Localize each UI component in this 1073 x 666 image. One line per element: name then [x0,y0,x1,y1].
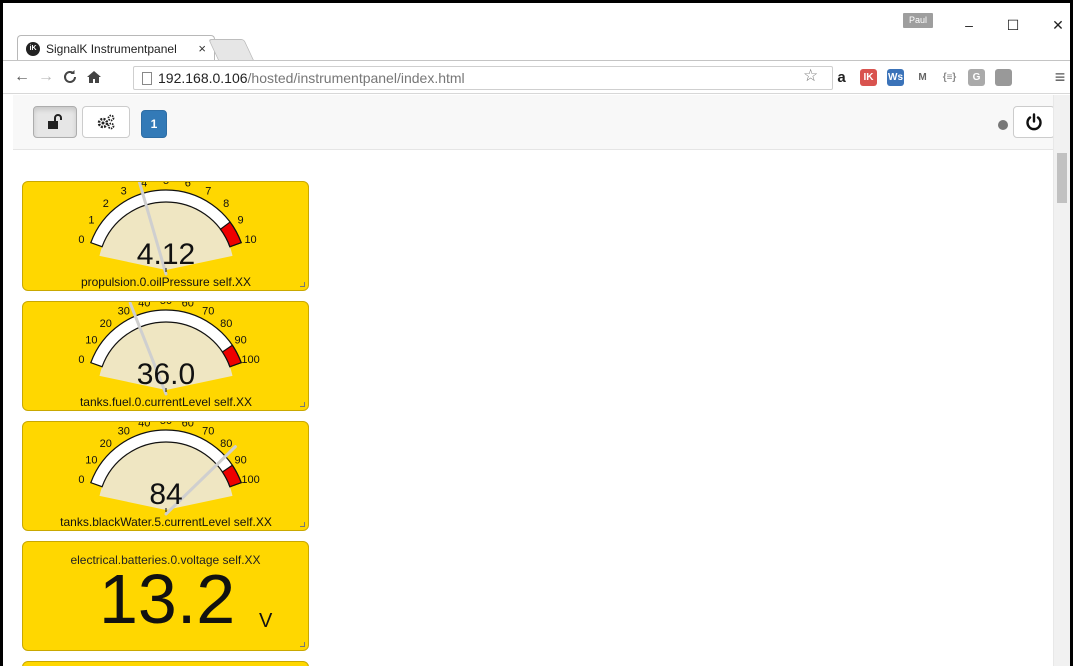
maximize-button[interactable]: ☐ [1005,17,1021,33]
gauge-widget[interactable]: 01020 30 40 50 60 70 8090 100 36.0 tanks.fuel.0.c… [22,301,309,411]
resize-handle[interactable] [300,522,305,527]
back-icon[interactable]: ← [11,66,33,88]
g-icon[interactable]: G [968,69,985,86]
menu-icon[interactable]: ≡ [1049,66,1070,88]
gauge-tick-label: 10 [85,455,97,467]
gauge-tick-label: 30 [118,306,130,318]
gauge-tick-label: 0 [78,354,84,366]
app-navbar: 1 [13,95,1065,150]
unlock-icon [48,114,62,129]
gauge-tick-label: 90 [234,335,246,347]
gauge-tick-label: 60 [182,302,194,310]
gauge-tick-label: 70 [202,306,214,318]
gauge-tick-label: 60 [182,422,194,430]
gauge-tick-label: 100 [241,474,259,486]
gauge-tick-label: 40 [138,302,150,310]
gauge-label: propulsion.0.oilPressure self.XX [81,275,251,289]
minimize-button[interactable]: – [961,17,977,33]
gauge-tick-label: 8 [223,198,229,210]
home-icon[interactable] [83,66,105,88]
power-icon [1026,113,1042,131]
instrument-panel-page: 1 0123456789104.12propulsion.0.oilPressu… [3,95,1070,666]
gauge-svg: 01020 30 40 50 60 70 8090 100 36.0 tanks.fuel.0.c… [78,302,260,409]
profile-badge[interactable]: Paul [903,13,933,28]
resize-handle[interactable] [300,642,305,647]
gauge-value: 4.12 [137,238,195,271]
resize-handle[interactable] [300,402,305,407]
gauge-tick-label: 80 [220,438,232,450]
page-1-button[interactable]: 1 [141,110,167,138]
address-bar[interactable]: 192.168.0.106 /hosted/instrumentpanel/in… [133,66,833,90]
amazon-icon[interactable]: a [833,69,850,86]
tab-close-icon[interactable]: × [198,41,206,56]
gauge-tick-label: 2 [103,198,109,210]
url-path: /hosted/instrumentpanel/index.html [247,70,465,86]
gauge-tick-label: 10 [244,234,256,246]
gauge-tick-label: 70 [202,426,214,438]
scroll-thumb[interactable] [1057,153,1067,203]
gauge-tick-label: 7 [205,186,211,198]
connection-status-indicator [998,120,1008,130]
tab-title: SignalK Instrumentpanel [46,41,177,56]
gauge-svg: 0123456789104.12propulsion.0.oilPressure… [78,182,257,289]
digital-value: 13.2 [99,560,236,638]
gauge-tick-label: 80 [220,318,232,330]
gauge-tick-label: 20 [100,318,112,330]
bookmark-star-icon[interactable]: ☆ [803,66,818,86]
browser-toolbar: ← → 192.168.0.106 /hosted/instrumentpane… [3,60,1070,94]
url-host: 192.168.0.106 [158,70,248,86]
gauge-widget[interactable]: 01020 30 40 50 60 70 8090 100 84 tanks.blackWater… [22,421,309,531]
gauge-tick-label: 30 [118,426,130,438]
page-scrollbar[interactable] [1053,95,1070,666]
browser-tab[interactable]: iK SignalK Instrumentpanel × [17,35,215,61]
unlock-button[interactable] [33,106,77,138]
gauge-tick-label: 100 [241,354,259,366]
reload-icon[interactable] [59,66,81,88]
forward-icon[interactable]: → [35,66,57,88]
gauge-svg: 01020 30 40 50 60 70 8090 100 84 tanks.blackWater… [60,422,272,529]
gauge-value: 36.0 [137,358,195,391]
gears-icon [97,114,115,130]
gauge-tick-label: 0 [78,234,84,246]
pocket-icon[interactable] [995,69,1012,86]
digital-unit: V [259,610,273,632]
resize-handle[interactable] [300,282,305,287]
ws-icon[interactable]: Ws [887,69,904,86]
page-icon [142,71,152,85]
gauge-tick-label: 5 [163,182,169,187]
gauge-value: 84 [149,478,182,511]
gauge-widget[interactable]: 0123456789104.12propulsion.0.oilPressure… [22,181,309,291]
gmail-icon[interactable]: M [914,69,931,86]
gauge-tick-label: 50 [160,302,172,307]
power-button[interactable] [1013,106,1055,138]
gauge-tick-label: 90 [234,455,246,467]
gauge-label: tanks.blackWater.5.currentLevel self.XX [60,515,272,529]
gauge-tick-label: 1 [88,215,94,227]
gauge-tick-label: 50 [160,422,172,427]
tab-strip: iK SignalK Instrumentpanel × Paul – ☐ ✕ [3,3,1070,61]
gauge-label: tanks.fuel.0.currentLevel self.XX [80,395,252,409]
gauge-tick-label: 6 [185,182,191,190]
signalk-favicon-icon: iK [26,41,40,56]
gauge-tick-label: 0 [78,474,84,486]
gauge-tick-label: 40 [138,422,150,430]
ik-icon[interactable]: IK [860,69,877,86]
partial-widget[interactable] [22,661,309,666]
close-window-button[interactable]: ✕ [1050,17,1066,33]
gauge-tick-label: 20 [100,438,112,450]
json-icon[interactable]: {≡} [941,69,958,86]
browser-window: iK SignalK Instrumentpanel × Paul – ☐ ✕ … [3,3,1070,666]
digital-widget[interactable]: electrical.batteries.0.voltage self.XX 1… [22,541,309,651]
settings-button[interactable] [82,106,130,138]
gauge-tick-label: 10 [85,335,97,347]
gauge-tick-label: 9 [238,215,244,227]
gauge-tick-label: 3 [121,186,127,198]
